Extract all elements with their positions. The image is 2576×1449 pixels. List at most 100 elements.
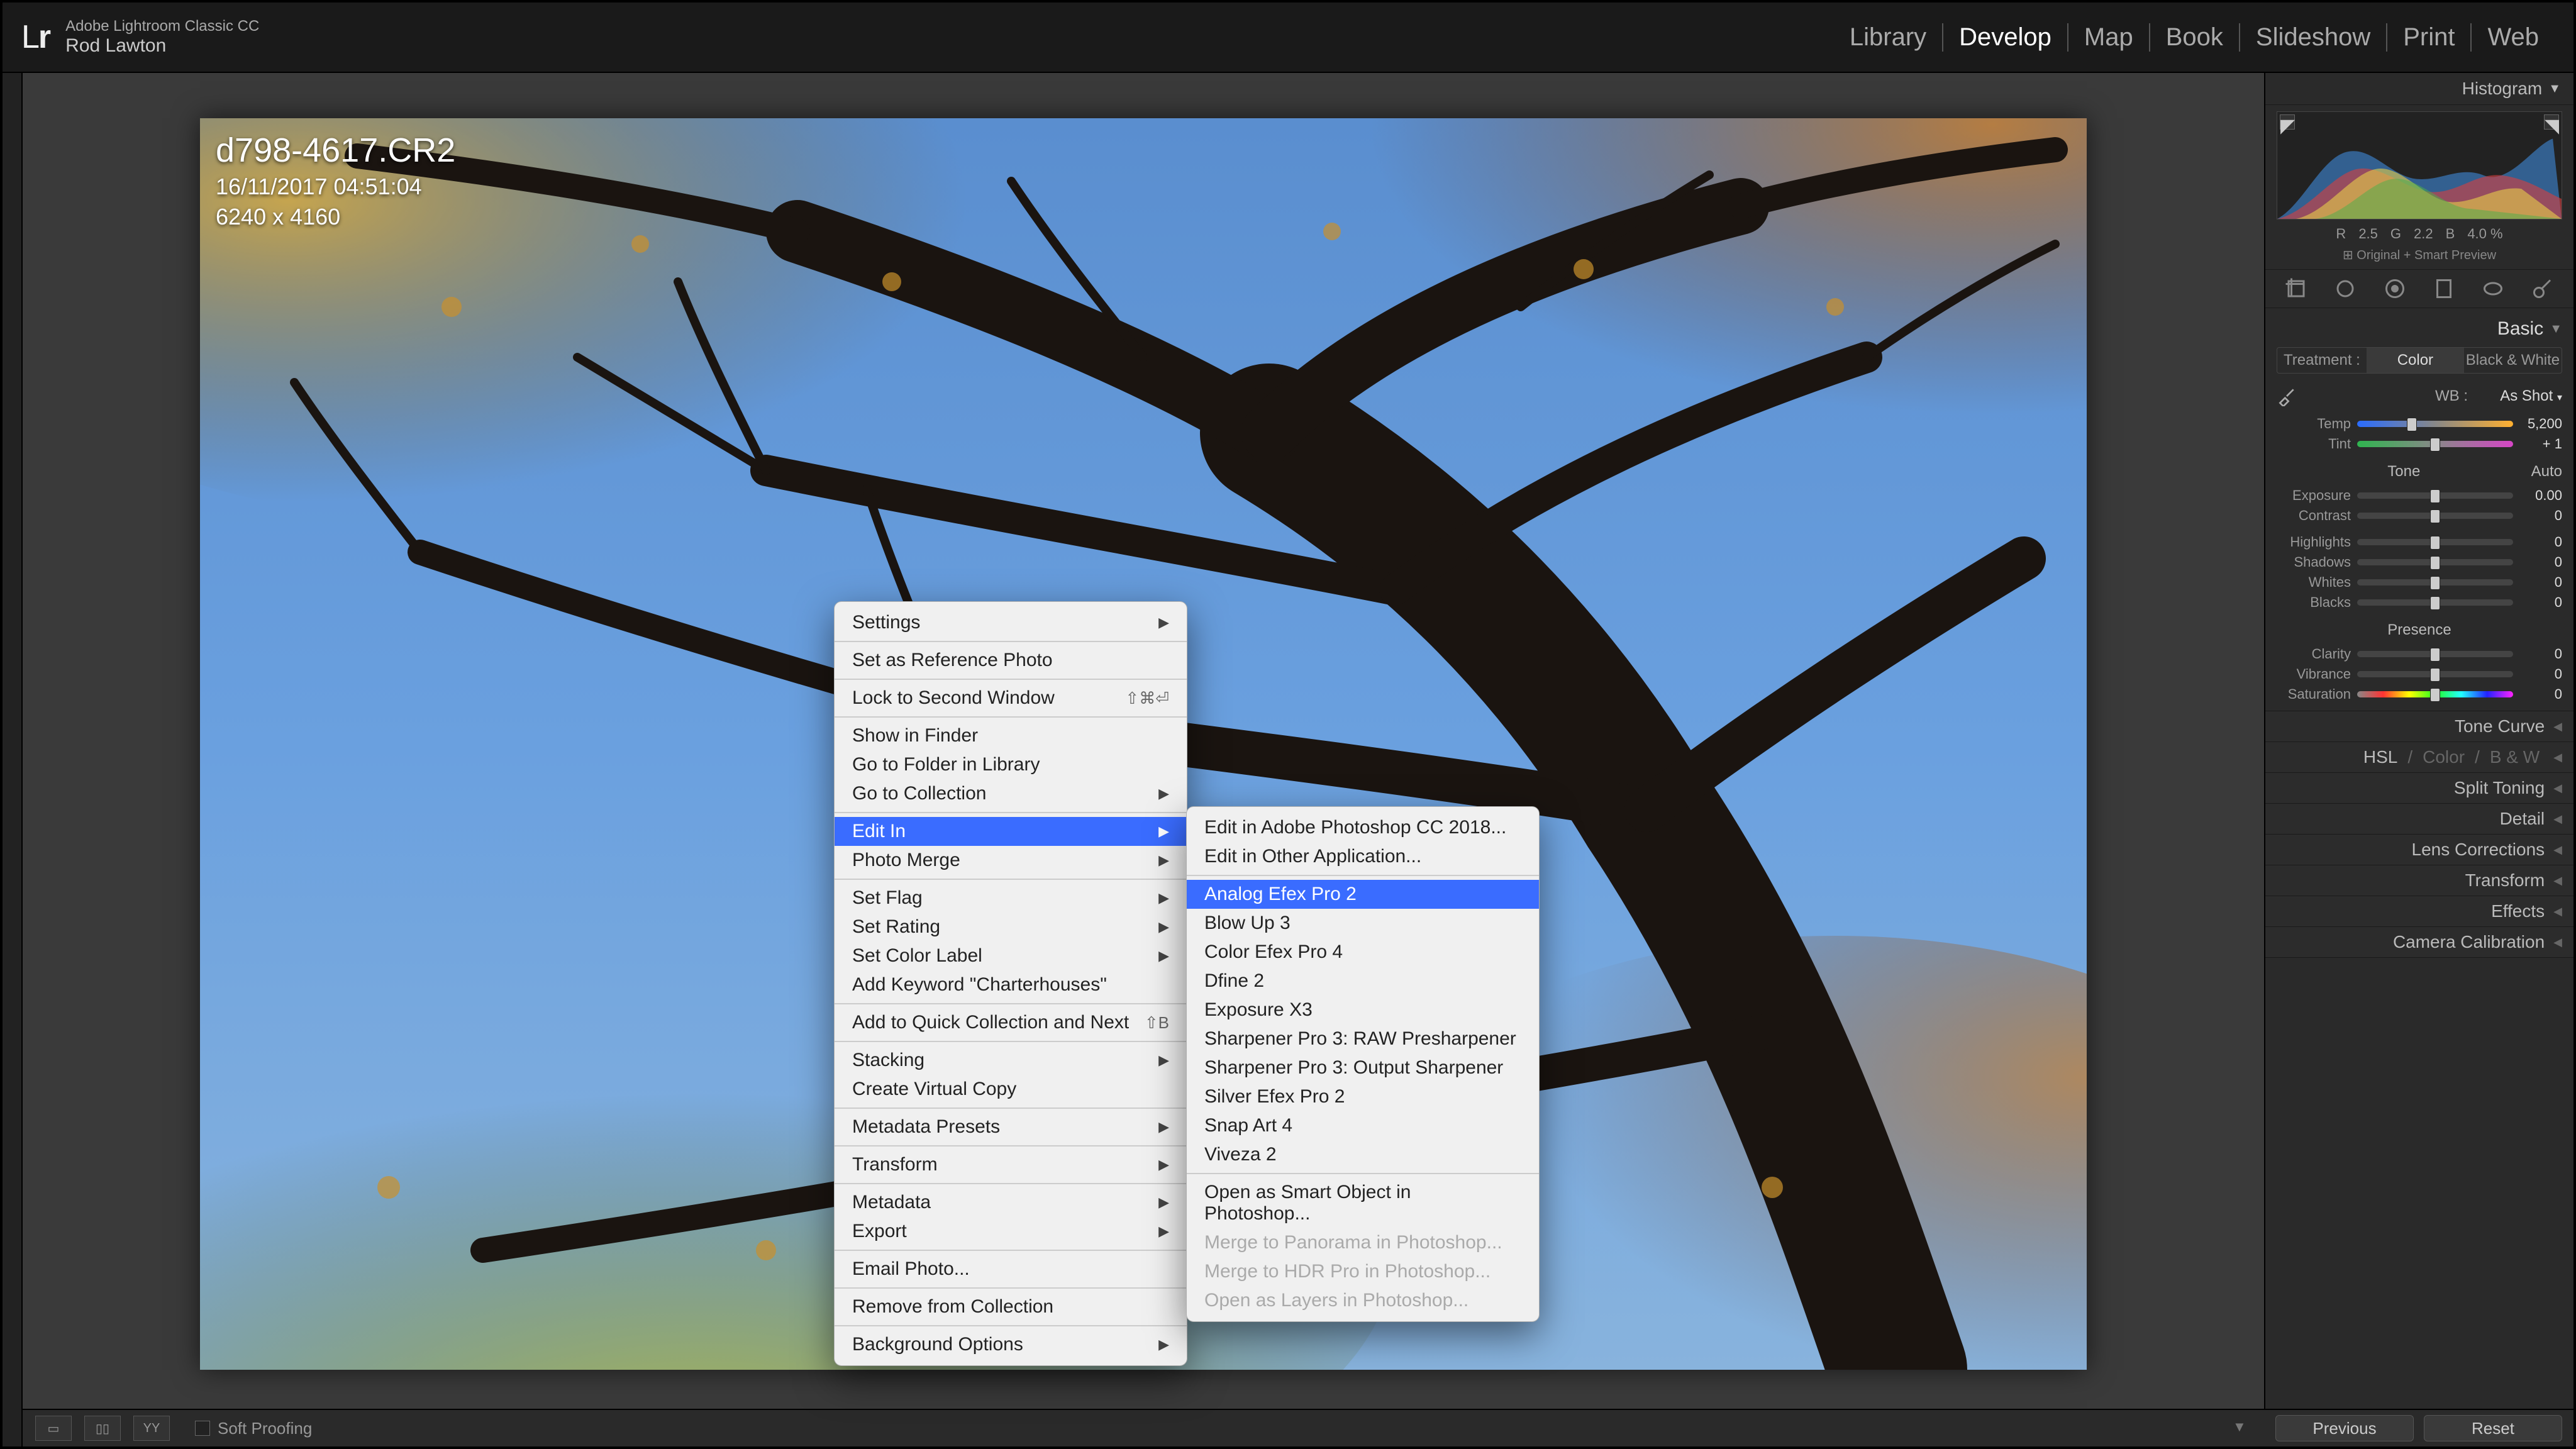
lr-logo: Lr: [21, 18, 50, 56]
module-web[interactable]: Web: [2472, 23, 2555, 52]
menu-item[interactable]: Sharpener Pro 3: RAW Presharpener: [1187, 1024, 1539, 1053]
menu-item[interactable]: Remove from Collection: [835, 1292, 1187, 1321]
clip-highlights-icon[interactable]: ◥: [2544, 114, 2559, 130]
exposure-slider[interactable]: Exposure0.00: [2277, 486, 2562, 506]
effects-panel[interactable]: Effects◀: [2265, 896, 2573, 927]
menu-item[interactable]: Metadata▶: [835, 1188, 1187, 1217]
editin-submenu[interactable]: Edit in Adobe Photoshop CC 2018...Edit i…: [1186, 806, 1540, 1322]
highlights-slider[interactable]: Highlights0: [2277, 532, 2562, 552]
module-library[interactable]: Library: [1834, 23, 1943, 52]
clarity-slider[interactable]: Clarity0: [2277, 644, 2562, 664]
menu-item[interactable]: Silver Efex Pro 2: [1187, 1082, 1539, 1111]
menu-item[interactable]: Set Color Label▶: [835, 941, 1187, 970]
transform-panel[interactable]: Transform◀: [2265, 865, 2573, 896]
basic-panel-header[interactable]: Basic▼: [2277, 314, 2562, 347]
soft-proofing-toggle[interactable]: Soft Proofing: [195, 1419, 312, 1438]
menu-item[interactable]: Edit in Adobe Photoshop CC 2018...: [1187, 813, 1539, 842]
menu-item[interactable]: Edit In▶: [835, 817, 1187, 846]
menu-item[interactable]: Analog Efex Pro 2: [1187, 880, 1539, 909]
saturation-slider[interactable]: Saturation0: [2277, 684, 2562, 704]
graduated-filter-icon[interactable]: [2429, 274, 2458, 303]
menu-item[interactable]: Email Photo...: [835, 1255, 1187, 1284]
menu-item[interactable]: Blow Up 3: [1187, 909, 1539, 938]
module-book[interactable]: Book: [2150, 23, 2240, 52]
soft-proofing-checkbox[interactable]: [195, 1421, 210, 1436]
spot-removal-icon[interactable]: [2331, 274, 2360, 303]
crop-tool-icon[interactable]: [2282, 274, 2311, 303]
menu-item[interactable]: Snap Art 4: [1187, 1111, 1539, 1140]
menu-item[interactable]: Go to Collection▶: [835, 779, 1187, 808]
menu-item[interactable]: Transform▶: [835, 1150, 1187, 1179]
menu-item[interactable]: Dfine 2: [1187, 967, 1539, 996]
radial-filter-icon[interactable]: [2479, 274, 2507, 303]
menu-item[interactable]: Add to Quick Collection and Next⇧B: [835, 1008, 1187, 1037]
menu-item[interactable]: Viveza 2: [1187, 1140, 1539, 1169]
previous-button[interactable]: Previous: [2275, 1415, 2414, 1441]
camera-calibration-panel[interactable]: Camera Calibration◀: [2265, 927, 2573, 958]
histogram[interactable]: ◤ ◥: [2277, 111, 2562, 219]
blacks-slider[interactable]: Blacks0: [2277, 592, 2562, 613]
canvas-area[interactable]: d798-4617.CR2 16/11/2017 04:51:04 6240 x…: [23, 73, 2264, 1409]
menu-item[interactable]: Lock to Second Window⇧⌘⏎: [835, 684, 1187, 713]
wb-row: WB : As Shot ▾: [2277, 382, 2562, 414]
adjustment-brush-icon[interactable]: [2528, 274, 2557, 303]
menu-item[interactable]: Exposure X3: [1187, 996, 1539, 1024]
menu-item[interactable]: Add Keyword "Charterhouses": [835, 970, 1187, 999]
menu-item[interactable]: Photo Merge▶: [835, 846, 1187, 875]
menu-separator: [835, 1183, 1187, 1184]
menu-item[interactable]: Create Virtual Copy: [835, 1075, 1187, 1104]
filmstrip-toggle[interactable]: ▼: [2233, 1419, 2251, 1438]
vibrance-slider[interactable]: Vibrance0: [2277, 664, 2562, 684]
menu-item[interactable]: Export▶: [835, 1217, 1187, 1246]
eyedropper-icon[interactable]: [2277, 386, 2297, 406]
reset-button[interactable]: Reset: [2424, 1415, 2562, 1441]
lens-corrections-panel[interactable]: Lens Corrections◀: [2265, 835, 2573, 865]
whites-slider[interactable]: Whites0: [2277, 572, 2562, 592]
shadows-slider[interactable]: Shadows0: [2277, 552, 2562, 572]
menu-item[interactable]: Edit in Other Application...: [1187, 842, 1539, 871]
hsl-panel[interactable]: HSL/ Color/ B & W◀: [2265, 742, 2573, 773]
chevron-right-icon: ▶: [1158, 1223, 1169, 1240]
wb-value[interactable]: As Shot ▾: [2480, 387, 2562, 405]
menu-item[interactable]: Set as Reference Photo: [835, 646, 1187, 675]
menu-item[interactable]: Open as Smart Object in Photoshop...: [1187, 1178, 1539, 1228]
menu-item[interactable]: Color Efex Pro 4: [1187, 938, 1539, 967]
tone-curve-panel[interactable]: Tone Curve◀: [2265, 711, 2573, 742]
menu-item[interactable]: Sharpener Pro 3: Output Sharpener: [1187, 1053, 1539, 1082]
left-panel-collapsed[interactable]: [3, 73, 23, 1446]
histogram-header[interactable]: Histogram ▼: [2265, 73, 2573, 105]
context-menu[interactable]: Settings▶ Set as Reference Photo Lock to S…: [834, 601, 1187, 1366]
compare-view-button[interactable]: ▯▯: [84, 1416, 121, 1441]
split-toning-panel[interactable]: Split Toning◀: [2265, 773, 2573, 804]
treatment-bw[interactable]: Black & White: [2464, 348, 2562, 373]
contrast-slider[interactable]: Contrast0: [2277, 506, 2562, 526]
menu-item[interactable]: Set Rating▶: [835, 913, 1187, 941]
auto-tone-button[interactable]: Auto: [2531, 463, 2562, 480]
menu-item[interactable]: Show in Finder: [835, 721, 1187, 750]
menu-item[interactable]: Background Options▶: [835, 1330, 1187, 1359]
clip-shadows-icon[interactable]: ◤: [2280, 114, 2295, 130]
treatment-color[interactable]: Color: [2367, 348, 2464, 373]
menu-item[interactable]: Metadata Presets▶: [835, 1113, 1187, 1141]
app-root: Lr Adobe Lightroom Classic CC Rod Lawton…: [0, 0, 2576, 1449]
menu-item[interactable]: Settings▶: [835, 608, 1187, 637]
photo-datetime: 16/11/2017 04:51:04: [216, 174, 455, 200]
redeye-tool-icon[interactable]: [2380, 274, 2409, 303]
loupe-view-button[interactable]: ▭: [35, 1416, 72, 1441]
tint-slider[interactable]: Tint + 1: [2277, 434, 2562, 454]
chevron-down-icon: ▼: [2550, 322, 2562, 336]
module-print[interactable]: Print: [2387, 23, 2472, 52]
menu-item[interactable]: Set Flag▶: [835, 884, 1187, 913]
chevron-right-icon: ▶: [1158, 890, 1169, 906]
module-slideshow[interactable]: Slideshow: [2240, 23, 2387, 52]
menu-separator: [1187, 1173, 1539, 1174]
menu-item: Merge to Panorama in Photoshop...: [1187, 1228, 1539, 1257]
detail-panel[interactable]: Detail◀: [2265, 804, 2573, 835]
module-develop[interactable]: Develop: [1943, 23, 2068, 52]
menu-item[interactable]: Stacking▶: [835, 1046, 1187, 1075]
soft-proofing-label: Soft Proofing: [218, 1419, 312, 1438]
temp-slider[interactable]: Temp 5,200: [2277, 414, 2562, 434]
module-map[interactable]: Map: [2068, 23, 2150, 52]
survey-view-button[interactable]: YY: [133, 1416, 170, 1441]
menu-item[interactable]: Go to Folder in Library: [835, 750, 1187, 779]
